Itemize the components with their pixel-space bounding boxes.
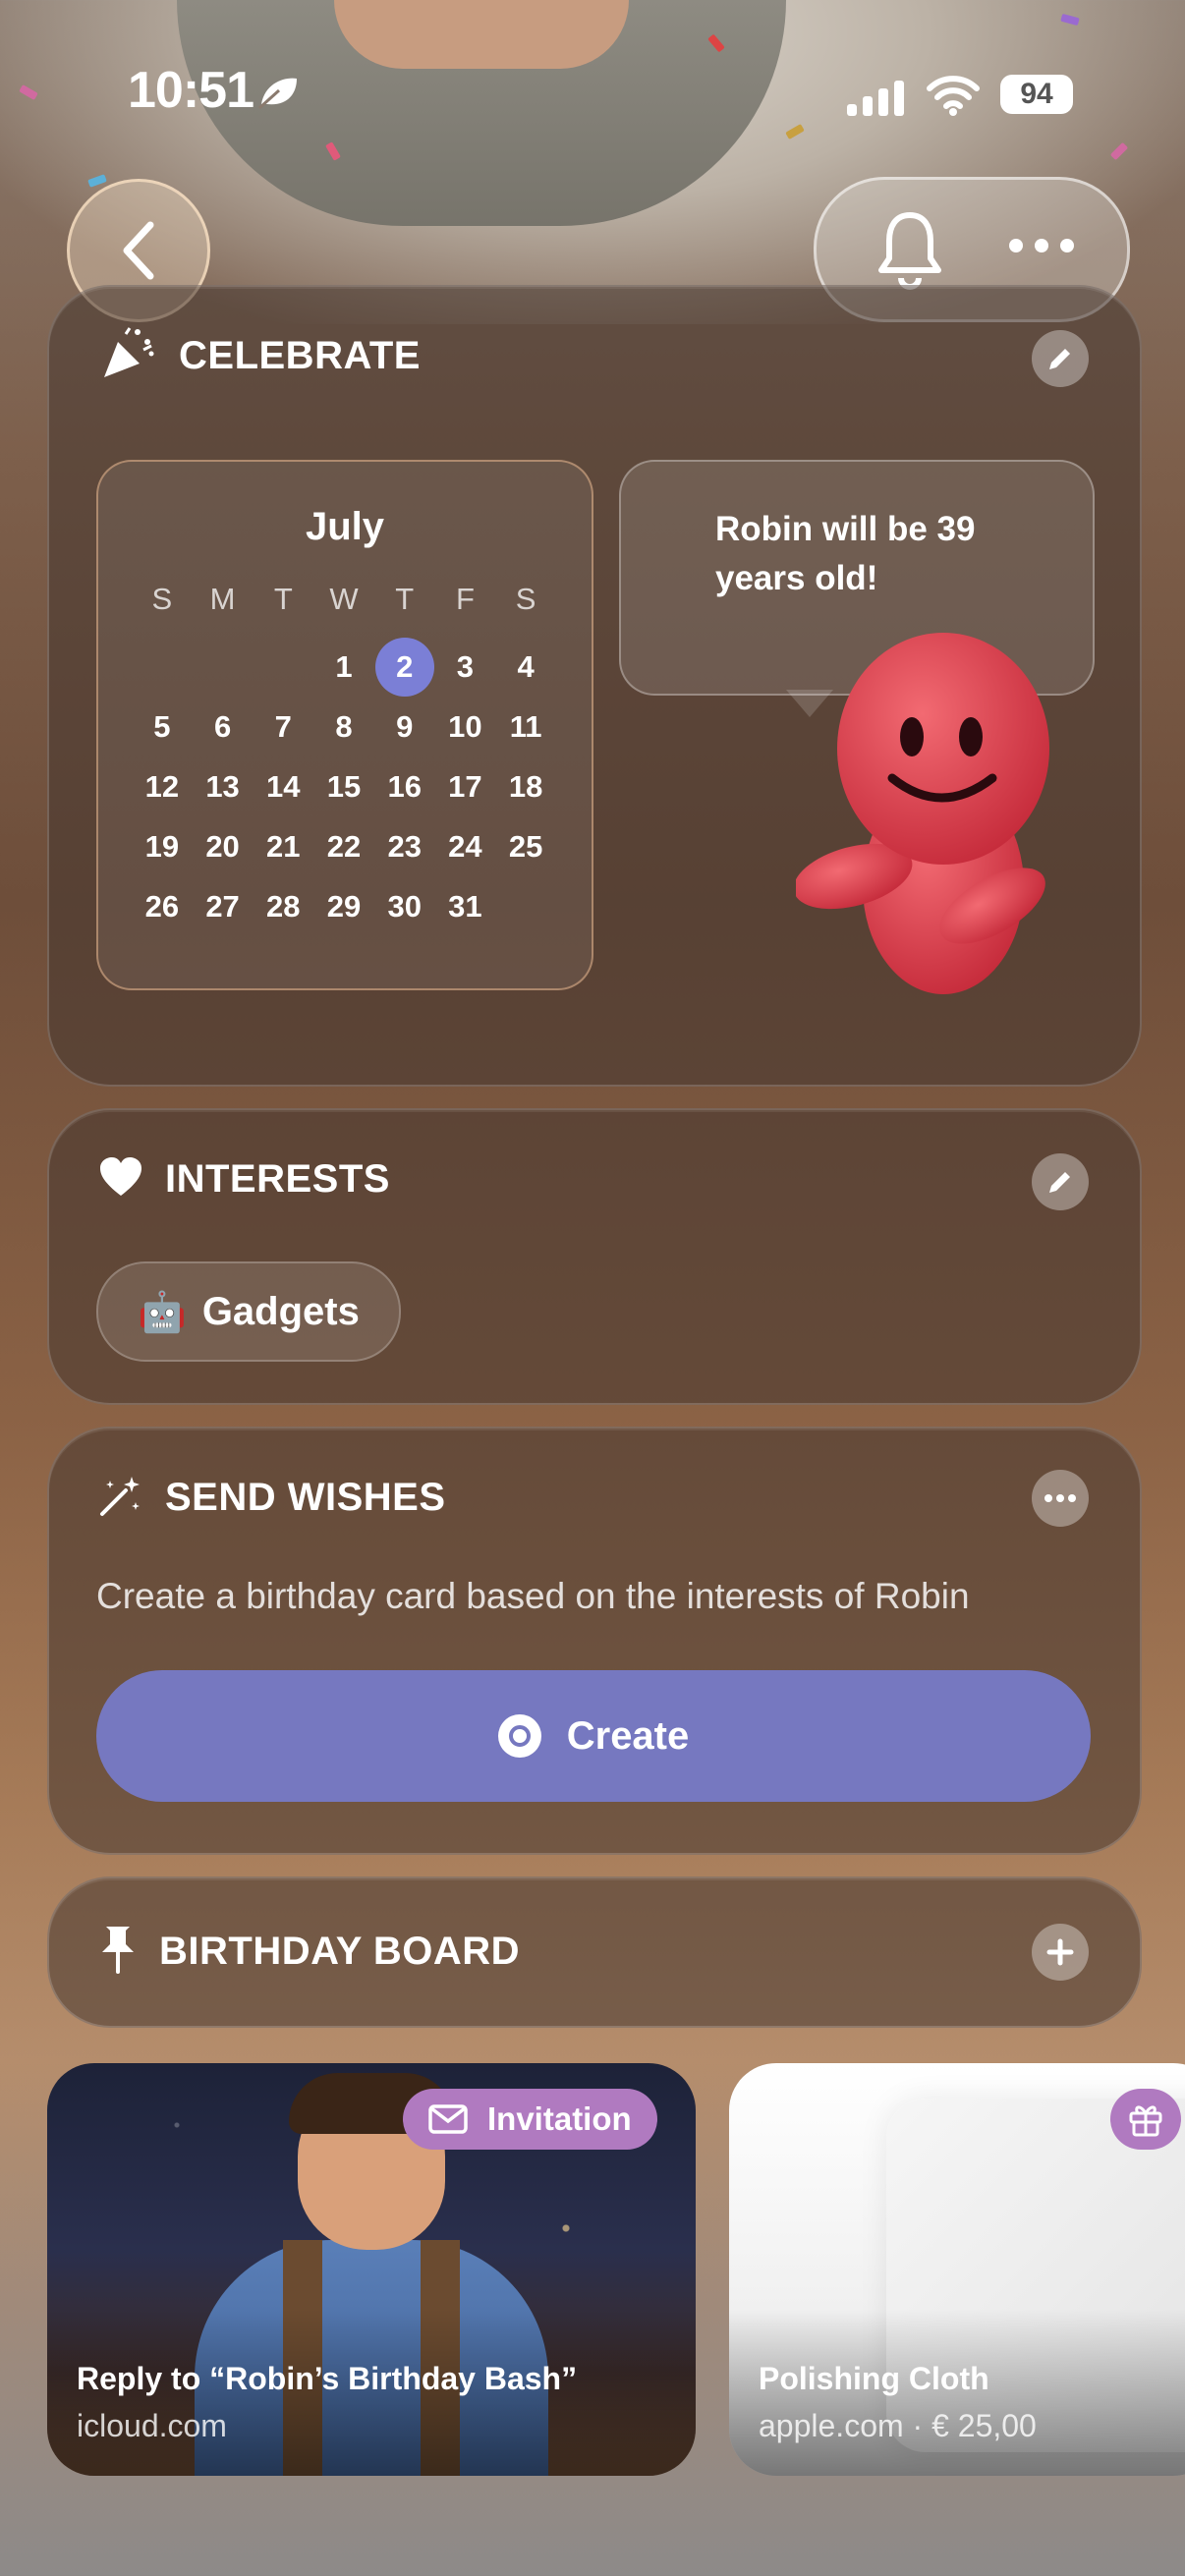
calendar-day[interactable]: 17 xyxy=(435,767,496,807)
add-to-board-button[interactable] xyxy=(1032,1924,1089,1981)
calendar-day[interactable]: 3 xyxy=(435,647,496,687)
send-wishes-card: SEND WISHES Create a birthday card based… xyxy=(47,1427,1142,1855)
status-bar: 10:51 94 xyxy=(0,61,1185,130)
mascot-illustration xyxy=(796,633,1049,994)
invitation-tile[interactable]: Invitation Reply to “Robin’s Birthday Ba… xyxy=(47,2063,696,2476)
invitation-title: Reply to “Robin’s Birthday Bash” xyxy=(77,2361,578,2396)
calendar-day-selected[interactable]: 2 xyxy=(374,638,435,697)
calendar-day[interactable]: 14 xyxy=(253,767,313,807)
calendar-grid: S M T W T F S 1 2 3 4 5 6 7 8 9 10 11 12 13 14 15 16 17 18 19 20 21… xyxy=(132,580,556,926)
heart-icon xyxy=(98,1156,143,1203)
weekday-header: M xyxy=(209,582,236,616)
invitation-source: icloud.com xyxy=(77,2408,227,2443)
envelope-icon xyxy=(428,2104,468,2134)
calendar-day[interactable]: 1 xyxy=(313,647,374,687)
more-options-button[interactable] xyxy=(1009,239,1074,252)
calendar-day[interactable]: 27 xyxy=(193,887,254,926)
birthday-calendar: July S M T W T F S 1 2 3 4 5 6 7 8 9 10 11 12 13 14 15 16 17 18 1… xyxy=(96,460,593,990)
weekday-header: F xyxy=(455,582,475,616)
pin-icon xyxy=(98,1925,138,1979)
wifi-icon xyxy=(926,73,981,116)
focus-leaf-icon xyxy=(257,75,301,119)
weekday-header: S xyxy=(151,582,173,616)
send-wishes-description: Create a birthday card based on the inte… xyxy=(96,1576,970,1616)
calendar-day[interactable]: 21 xyxy=(253,827,313,867)
interests-card: INTERESTS 🤖 Gadgets xyxy=(47,1108,1142,1405)
party-popper-icon xyxy=(98,324,157,388)
bell-icon[interactable] xyxy=(875,207,944,295)
calendar-empty-cell xyxy=(495,887,556,926)
calendar-day[interactable]: 18 xyxy=(495,767,556,807)
face-shape xyxy=(334,0,629,69)
edit-interests-button[interactable] xyxy=(1032,1153,1089,1210)
edit-celebrate-button[interactable] xyxy=(1032,330,1089,387)
birthday-board-card: BIRTHDAY BOARD xyxy=(47,1876,1142,2028)
calendar-day[interactable]: 6 xyxy=(193,707,254,747)
create-icon xyxy=(497,1714,541,1758)
calendar-day[interactable]: 30 xyxy=(374,887,435,926)
gift-icon xyxy=(1129,2105,1162,2137)
calendar-day[interactable]: 29 xyxy=(313,887,374,926)
calendar-day[interactable]: 24 xyxy=(435,827,496,867)
invitation-badge-label: Invitation xyxy=(487,2100,632,2137)
send-wishes-header: SEND WISHES xyxy=(98,1468,446,1527)
weekday-header: T xyxy=(395,582,415,616)
pencil-icon xyxy=(1049,349,1070,369)
birthday-board-title: BIRTHDAY BOARD xyxy=(159,1929,521,1973)
celebrate-header: CELEBRATE xyxy=(98,326,421,385)
calendar-month: July xyxy=(305,505,385,548)
weekday-header: W xyxy=(329,582,359,616)
sparkle-wand-icon xyxy=(98,1473,143,1523)
gift-badge xyxy=(1110,2089,1181,2150)
celebrate-title: CELEBRATE xyxy=(179,333,421,377)
send-wishes-title: SEND WISHES xyxy=(165,1475,446,1519)
calendar-day[interactable]: 10 xyxy=(435,707,496,747)
calendar-day[interactable]: 28 xyxy=(253,887,313,926)
calendar-day[interactable]: 8 xyxy=(313,707,374,747)
celebrate-card: CELEBRATE July S M T W T F S 1 2 3 4 5 6 7 8 9 10 11 12 13 1… xyxy=(47,285,1142,1087)
gift-source-price: apple.com · € 25,00 xyxy=(759,2408,1037,2443)
status-time: 10:51 xyxy=(128,62,254,119)
create-card-button[interactable]: Create xyxy=(96,1670,1091,1802)
send-wishes-more-button[interactable] xyxy=(1032,1470,1089,1527)
calendar-day[interactable]: 23 xyxy=(374,827,435,867)
invitation-badge: Invitation xyxy=(403,2089,657,2150)
create-button-label: Create xyxy=(566,1713,690,1758)
calendar-empty-cell xyxy=(253,647,313,687)
chevron-left-icon xyxy=(123,221,154,280)
calendar-day[interactable]: 15 xyxy=(313,767,374,807)
calendar-day[interactable]: 11 xyxy=(495,707,556,747)
calendar-empty-cell xyxy=(193,647,254,687)
pencil-icon xyxy=(1049,1172,1070,1193)
calendar-empty-cell xyxy=(132,647,193,687)
calendar-day[interactable]: 26 xyxy=(132,887,193,926)
calendar-day[interactable]: 16 xyxy=(374,767,435,807)
calendar-day[interactable]: 9 xyxy=(374,707,435,747)
calendar-day[interactable]: 4 xyxy=(495,647,556,687)
weekday-header: T xyxy=(273,582,293,616)
gift-title: Polishing Cloth xyxy=(759,2361,989,2396)
interest-chip-label: Gadgets xyxy=(201,1289,360,1333)
age-message: Robin will be 39 years old! xyxy=(715,510,976,597)
calendar-day[interactable]: 13 xyxy=(193,767,254,807)
calendar-day[interactable]: 12 xyxy=(132,767,193,807)
calendar-day[interactable]: 19 xyxy=(132,827,193,867)
calendar-day[interactable]: 31 xyxy=(435,887,496,926)
interests-header: INTERESTS xyxy=(98,1149,390,1208)
calendar-day[interactable]: 22 xyxy=(313,827,374,867)
ellipsis-icon xyxy=(1044,1494,1076,1502)
plus-icon xyxy=(1046,1938,1074,1966)
calendar-day[interactable]: 20 xyxy=(193,827,254,867)
calendar-day[interactable]: 25 xyxy=(495,827,556,867)
gift-tile[interactable]: Polishing Cloth apple.com · € 25,00 xyxy=(729,2063,1185,2476)
robot-emoji-icon: 🤖 xyxy=(138,1290,187,1334)
calendar-day[interactable]: 7 xyxy=(253,707,313,747)
calendar-day[interactable]: 5 xyxy=(132,707,193,747)
weekday-header: S xyxy=(515,582,536,616)
battery-indicator: 94 xyxy=(1000,75,1073,114)
cellular-signal-icon xyxy=(847,77,904,116)
interest-chip-gadgets[interactable]: 🤖 Gadgets xyxy=(96,1261,401,1362)
interests-title: INTERESTS xyxy=(165,1156,390,1201)
birthday-board-header: BIRTHDAY BOARD xyxy=(98,1922,520,1981)
